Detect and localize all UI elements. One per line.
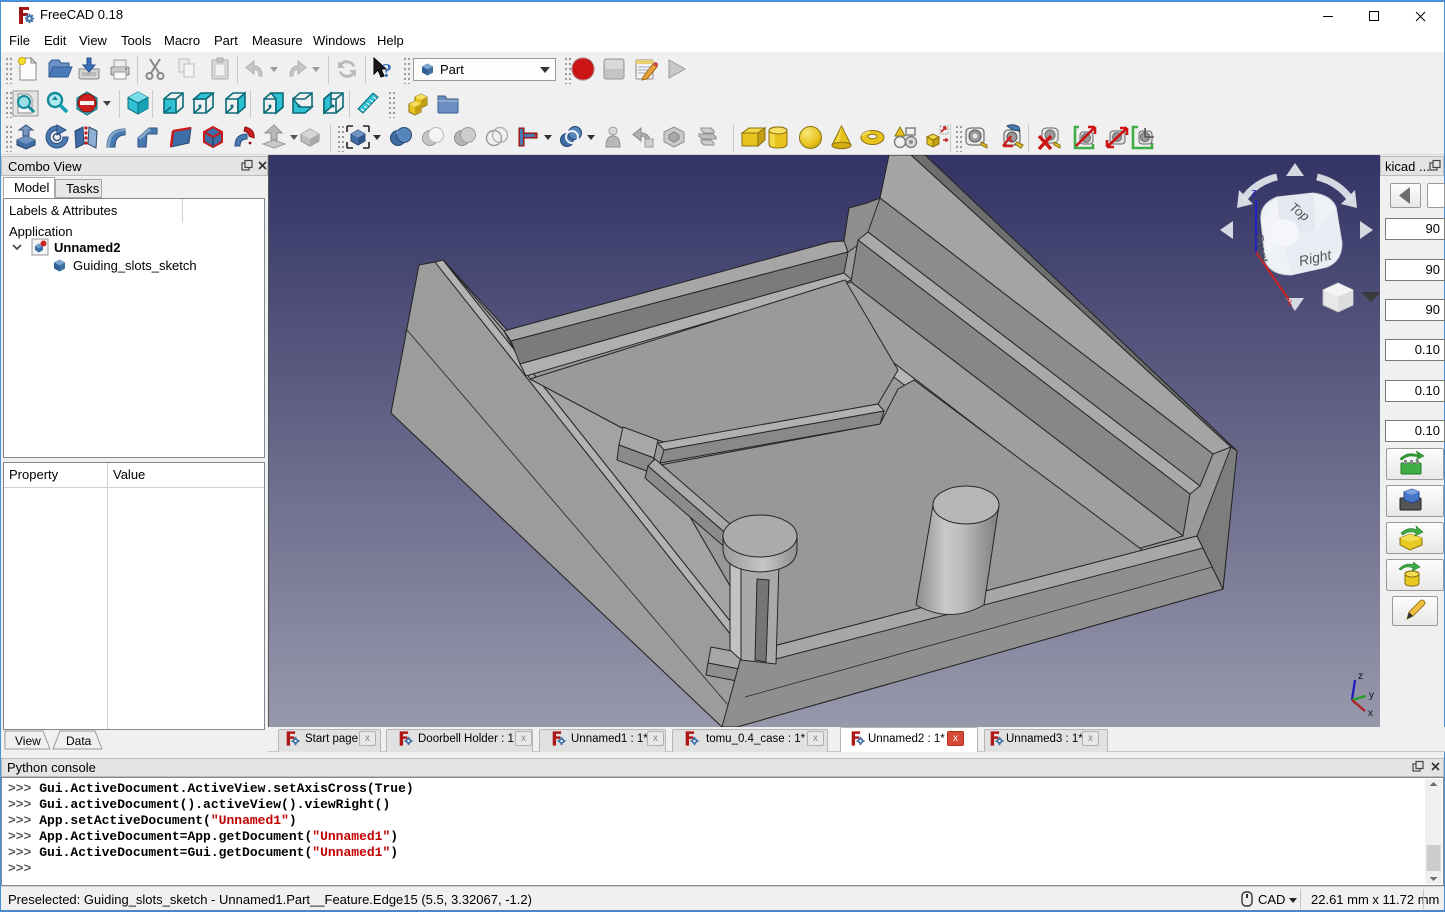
svg-text:x: x (1368, 708, 1373, 718)
svg-text:y: y (1369, 690, 1374, 701)
svg-text:Data: Data (66, 734, 92, 748)
svg-text:?: ? (382, 60, 392, 82)
svg-text:View: View (15, 734, 41, 748)
svg-text:x: x (1287, 297, 1293, 309)
svg-text:z: z (1358, 671, 1363, 682)
svg-text:z: z (1251, 187, 1257, 199)
